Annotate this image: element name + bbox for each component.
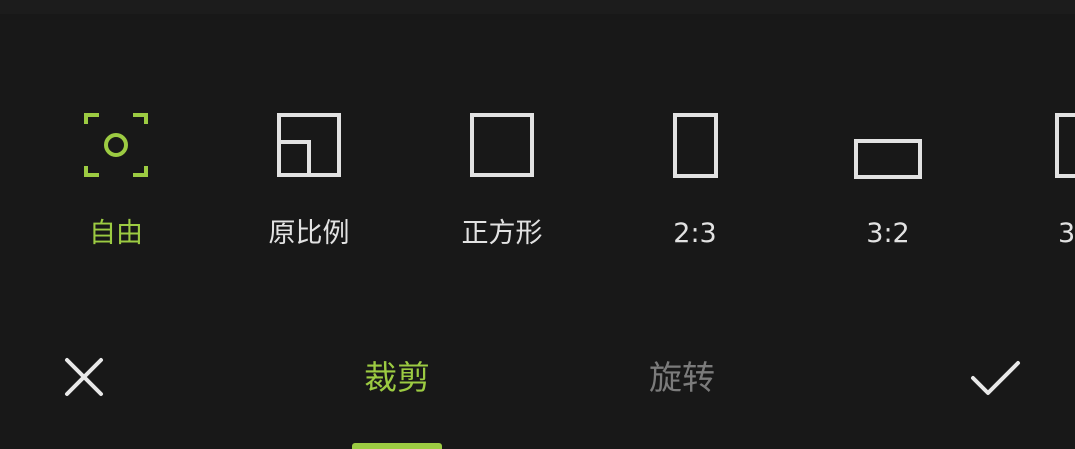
crop-editor-panel: 自由 原比例 正方形 2:3 3:2 3 裁剪 旋转 (0, 0, 1075, 449)
ratio-option-2-3[interactable]: 2:3 (625, 100, 765, 270)
free-crop-icon (46, 100, 186, 190)
ratio-option-next[interactable]: 3 (1011, 100, 1075, 270)
confirm-button[interactable] (965, 348, 1025, 408)
checkmark-icon (971, 361, 1020, 395)
bottom-tab-bar: 裁剪 旋转 (0, 330, 1075, 449)
next-ratio-icon (1011, 100, 1075, 190)
cancel-button[interactable] (55, 348, 115, 408)
ratio-label: 自由 (89, 218, 143, 249)
close-icon (65, 358, 103, 396)
aspect-ratio-bar: 自由 原比例 正方形 2:3 3:2 3 (0, 0, 1075, 300)
ratio-label: 原比例 (268, 218, 350, 249)
landscape-3-2-icon (818, 100, 958, 190)
ratio-option-original[interactable]: 原比例 (239, 100, 379, 270)
ratio-label: 3 (1058, 218, 1075, 249)
ratio-option-free[interactable]: 自由 (46, 100, 186, 270)
original-ratio-icon (239, 100, 379, 190)
square-icon (432, 100, 572, 190)
ratio-option-square[interactable]: 正方形 (432, 100, 572, 270)
tab-crop[interactable]: 裁剪 (337, 356, 457, 406)
active-tab-indicator (352, 443, 442, 449)
ratio-option-3-2[interactable]: 3:2 (818, 100, 958, 270)
ratio-label: 3:2 (866, 218, 910, 249)
ratio-label: 2:3 (673, 218, 717, 249)
ratio-label: 正方形 (461, 218, 543, 249)
portrait-2-3-icon (625, 100, 765, 190)
tab-rotate[interactable]: 旋转 (622, 356, 742, 406)
